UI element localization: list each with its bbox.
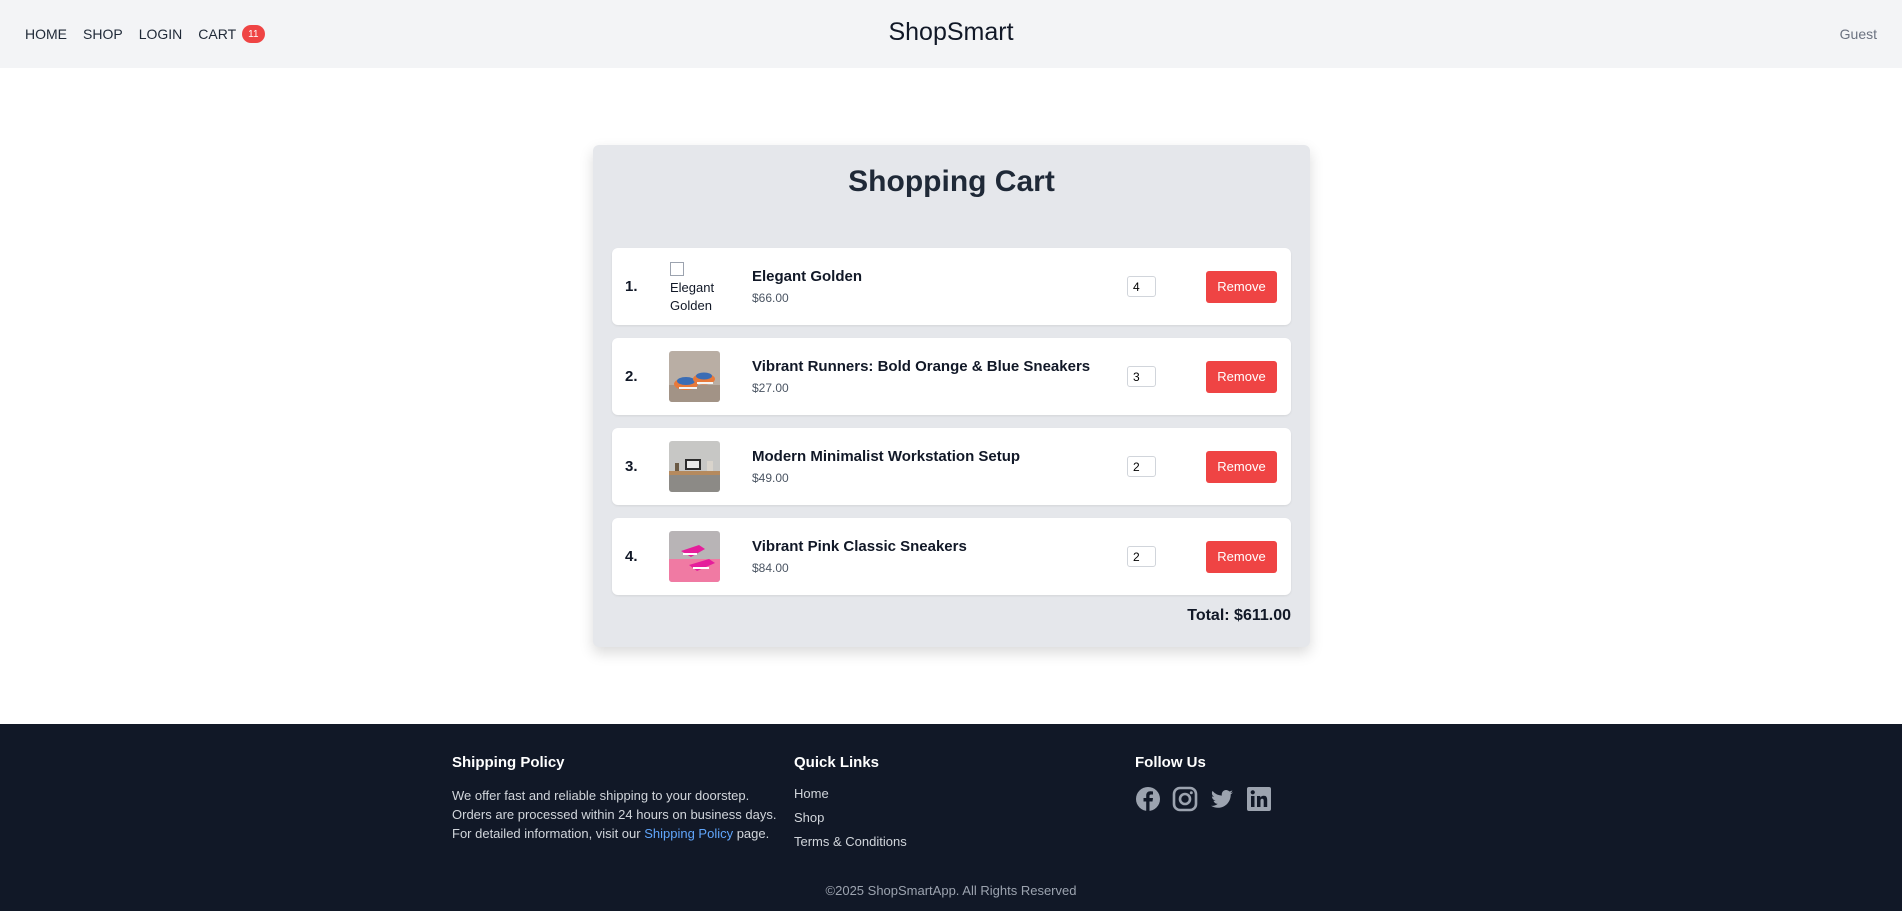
footer-link-home[interactable]: Home [794, 786, 907, 801]
quantity-input[interactable] [1127, 546, 1156, 567]
shipping-text-line: Orders are processed within 24 hours on … [452, 807, 777, 822]
main-nav: HOME SHOP LOGIN CART 11 [25, 25, 265, 43]
footer-link-shop[interactable]: Shop [794, 810, 907, 825]
cart-item: 2. Vibrant Runners: Bold Orange & Blue S… [612, 338, 1291, 415]
nav-login-link[interactable]: LOGIN [139, 26, 183, 42]
cart-count-badge: 11 [242, 25, 265, 43]
product-price: $66.00 [752, 291, 789, 305]
broken-image-icon [670, 262, 684, 276]
footer-link-terms[interactable]: Terms & Conditions [794, 834, 907, 849]
brand-logo[interactable]: ShopSmart [888, 18, 1013, 47]
shopping-cart-panel: Shopping Cart 1. Elegant Golden Elegant … [593, 145, 1310, 647]
product-image [669, 441, 720, 492]
cart-item-list: 1. Elegant Golden Elegant Golden $66.00 … [593, 248, 1310, 595]
cart-total: Total: $611.00 [1187, 607, 1291, 624]
product-image [669, 531, 720, 582]
quick-links-heading: Quick Links [794, 754, 880, 771]
nav-cart-link[interactable]: CART 11 [198, 25, 265, 43]
follow-us-section: Follow Us [1135, 754, 1272, 812]
nav-home-link[interactable]: HOME [25, 26, 67, 42]
shipping-policy-heading: Shipping Policy [452, 754, 565, 771]
product-price: $49.00 [752, 471, 789, 485]
product-name: Vibrant Runners: Bold Orange & Blue Snea… [752, 358, 1091, 375]
item-index: 1. [625, 278, 638, 295]
instagram-icon[interactable] [1172, 786, 1198, 812]
cart-item: 1. Elegant Golden Elegant Golden $66.00 … [612, 248, 1291, 325]
product-price: $84.00 [752, 561, 789, 575]
product-price: $27.00 [752, 381, 789, 395]
product-image-broken: Elegant Golden [669, 261, 720, 312]
quantity-input[interactable] [1127, 456, 1156, 477]
follow-us-heading: Follow Us [1135, 754, 1206, 771]
shipping-text-line: We offer fast and reliable shipping to y… [452, 788, 750, 803]
item-index: 3. [625, 458, 638, 475]
product-name: Vibrant Pink Classic Sneakers [752, 538, 967, 555]
site-footer: Shipping Policy We offer fast and reliab… [0, 724, 1902, 911]
shipping-text-line: For detailed information, visit our [452, 826, 645, 841]
product-name: Modern Minimalist Workstation Setup [752, 448, 1021, 465]
facebook-icon[interactable] [1135, 786, 1161, 812]
item-index: 2. [625, 368, 638, 385]
twitter-icon[interactable] [1209, 786, 1235, 812]
shipping-policy-section: Shipping Policy We offer fast and reliab… [452, 754, 776, 843]
linkedin-icon[interactable] [1246, 786, 1272, 812]
product-image [669, 351, 720, 402]
user-name: Guest [1839, 26, 1877, 42]
remove-button[interactable]: Remove [1206, 450, 1277, 483]
remove-button[interactable]: Remove [1206, 270, 1277, 303]
remove-button[interactable]: Remove [1206, 540, 1277, 573]
site-header: HOME SHOP LOGIN CART 11 ShopSmart Guest [0, 0, 1902, 68]
quantity-input[interactable] [1127, 366, 1156, 387]
cart-item: 4. Vibrant Pink Classic Sneakers $84.00 … [612, 518, 1291, 595]
item-index: 4. [625, 548, 638, 565]
nav-cart-label: CART [198, 26, 237, 42]
quantity-input[interactable] [1127, 276, 1156, 297]
nav-shop-link[interactable]: SHOP [83, 26, 123, 42]
product-name: Elegant Golden [752, 268, 863, 285]
shipping-text-line: page. [733, 826, 770, 841]
remove-button[interactable]: Remove [1206, 360, 1277, 393]
copyright-text: ©2025 ShopSmartApp. All Rights Reserved [825, 883, 1077, 898]
shipping-policy-link[interactable]: Shipping Policy [644, 826, 733, 841]
cart-item: 3. Modern Minimalist Workstation Setup $… [612, 428, 1291, 505]
quick-links-section: Quick Links Home Shop Terms & Conditions [794, 754, 907, 858]
image-alt-text: Elegant Golden [670, 280, 715, 312]
page-title: Shopping Cart [848, 165, 1055, 198]
